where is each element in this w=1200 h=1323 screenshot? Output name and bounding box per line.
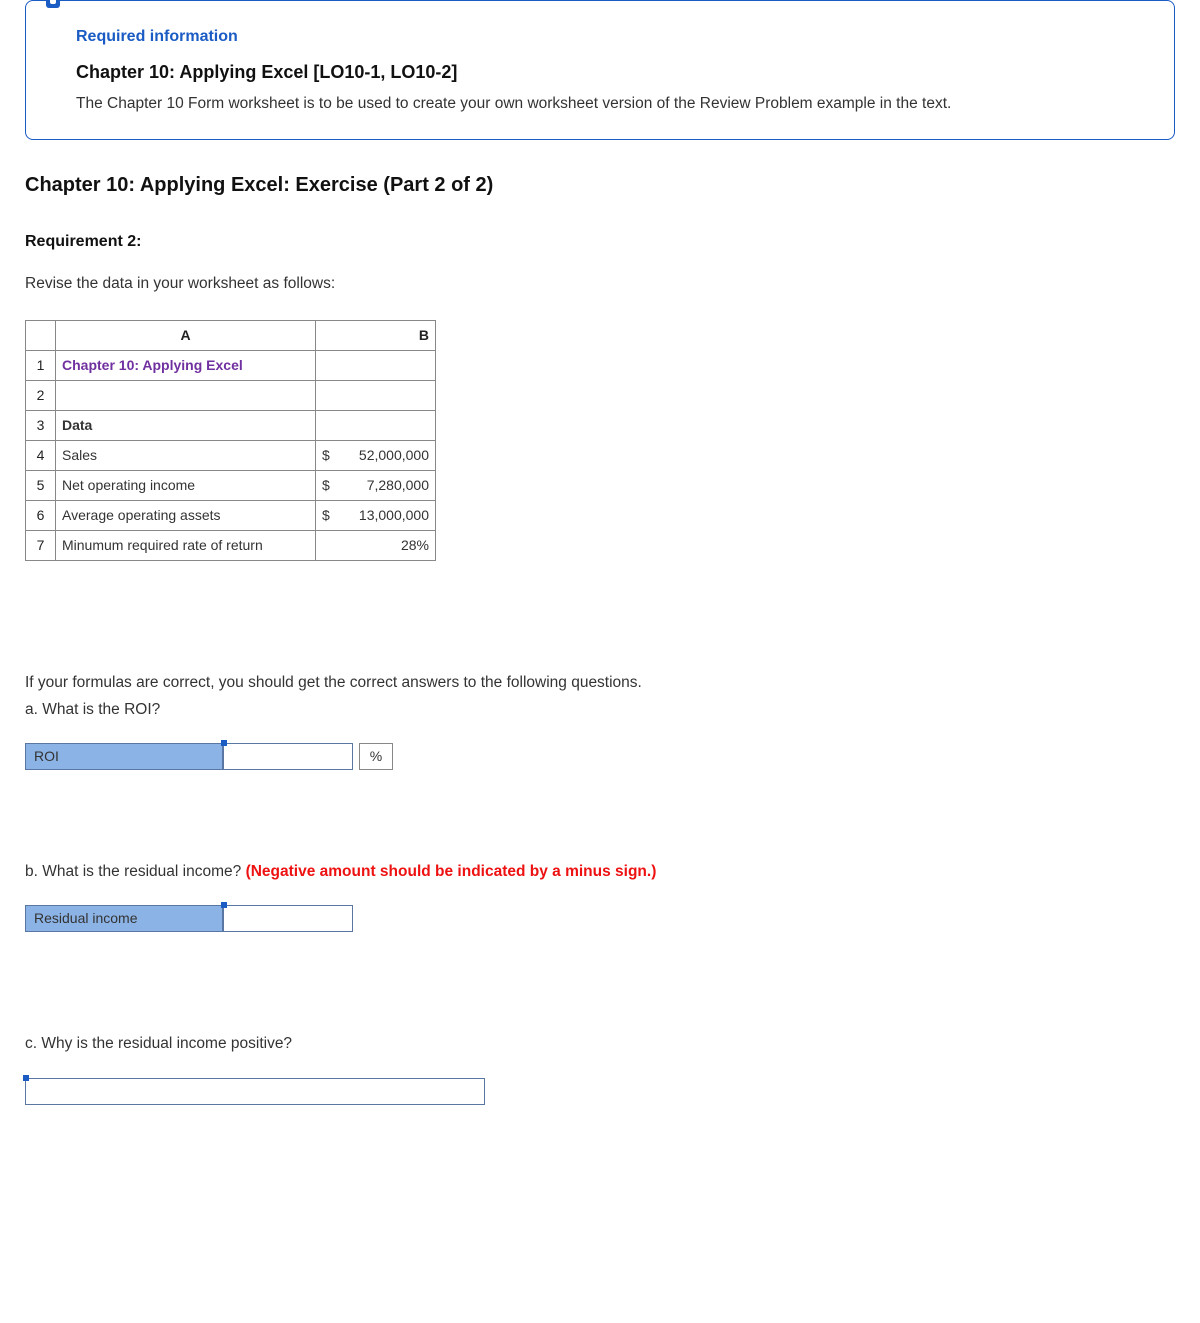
grid-row-5: 5 Net operating income $ 7,280,000: [26, 470, 436, 500]
cell-b4: $ 52,000,000: [316, 440, 436, 470]
exercise-title: Chapter 10: Applying Excel: Exercise (Pa…: [25, 170, 1175, 200]
required-info-label: Required information: [76, 25, 1146, 49]
cell-a4: Sales: [56, 440, 316, 470]
question-b-prefix: b. What is the residual income?: [25, 863, 246, 880]
input-marker-icon: [221, 740, 227, 746]
question-a-text: a. What is the ROI?: [25, 698, 1175, 721]
grid-row-4: 4 Sales $ 52,000,000: [26, 440, 436, 470]
row-num: 3: [26, 410, 56, 440]
currency-sym: $: [322, 445, 330, 466]
row-num: 4: [26, 440, 56, 470]
cell-b6: $ 13,000,000: [316, 500, 436, 530]
info-chapter-title: Chapter 10: Applying Excel [LO10-1, LO10…: [76, 59, 1146, 86]
cell-a6: Average operating assets: [56, 500, 316, 530]
info-marker-icon: [46, 0, 60, 8]
cell-b5: $ 7,280,000: [316, 470, 436, 500]
question-c-dropdown[interactable]: [25, 1078, 485, 1105]
question-b-text: b. What is the residual income? (Negativ…: [25, 860, 1175, 883]
currency-val: 7,280,000: [367, 475, 429, 496]
grid-row-2: 2: [26, 380, 436, 410]
input-marker-icon: [221, 902, 227, 908]
roi-input[interactable]: [223, 743, 353, 770]
requirement-label: Requirement 2:: [25, 230, 1175, 254]
currency-sym: $: [322, 505, 330, 526]
info-box: Required information Chapter 10: Applyin…: [25, 0, 1175, 140]
roi-unit: %: [359, 743, 393, 770]
residual-income-input[interactable]: [223, 905, 353, 932]
grid-row-6: 6 Average operating assets $ 13,000,000: [26, 500, 436, 530]
grid-row-7: 7 Minumum required rate of return 28%: [26, 530, 436, 560]
col-header-b: B: [316, 320, 436, 350]
currency-val: 13,000,000: [359, 505, 429, 526]
excel-data-grid: A B 1 Chapter 10: Applying Excel 2 3 Dat…: [25, 320, 436, 561]
row-num: 5: [26, 470, 56, 500]
row-num: 2: [26, 380, 56, 410]
question-intro: If your formulas are correct, you should…: [25, 671, 1175, 694]
answer-row-residual: Residual income: [25, 905, 1175, 932]
cell-b3: [316, 410, 436, 440]
grid-corner: [26, 320, 56, 350]
cell-a5: Net operating income: [56, 470, 316, 500]
input-marker-icon: [23, 1075, 29, 1081]
question-c-text: c. Why is the residual income positive?: [25, 1032, 1175, 1055]
row-num: 7: [26, 530, 56, 560]
currency-sym: $: [322, 475, 330, 496]
info-text: The Chapter 10 Form worksheet is to be u…: [76, 92, 1146, 115]
row-num: 6: [26, 500, 56, 530]
answer-row-roi: ROI %: [25, 743, 1175, 770]
cell-a7: Minumum required rate of return: [56, 530, 316, 560]
row-num: 1: [26, 350, 56, 380]
grid-row-3: 3 Data: [26, 410, 436, 440]
cell-b2: [316, 380, 436, 410]
cell-b7: 28%: [316, 530, 436, 560]
col-header-a: A: [56, 320, 316, 350]
cell-a2: [56, 380, 316, 410]
roi-label: ROI: [25, 743, 223, 770]
instruction-text: Revise the data in your worksheet as fol…: [25, 272, 1175, 295]
currency-val: 52,000,000: [359, 445, 429, 466]
residual-label: Residual income: [25, 905, 223, 932]
cell-a1: Chapter 10: Applying Excel: [56, 350, 316, 380]
cell-a3: Data: [56, 410, 316, 440]
grid-row-1: 1 Chapter 10: Applying Excel: [26, 350, 436, 380]
question-b-red: (Negative amount should be indicated by …: [246, 863, 657, 880]
cell-b1: [316, 350, 436, 380]
